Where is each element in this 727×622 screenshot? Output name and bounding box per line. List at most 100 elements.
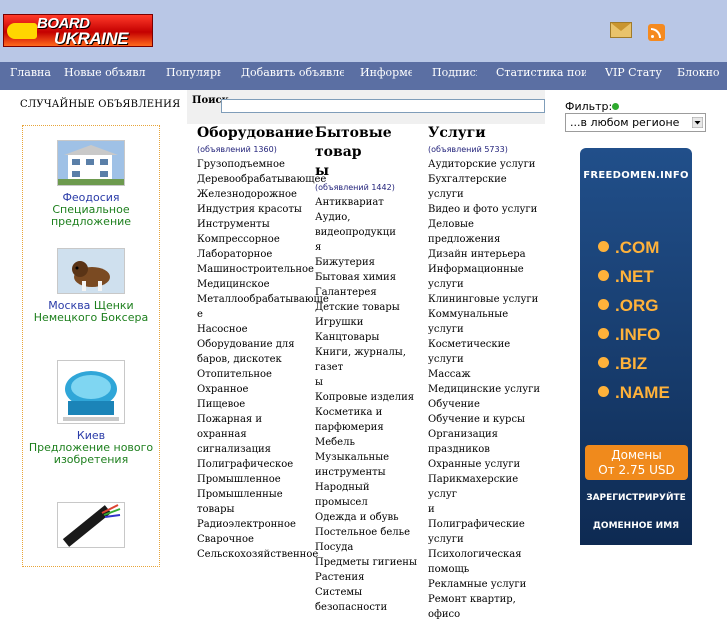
subcategory-link[interactable]: Видео и фото услуги: [428, 202, 545, 217]
nav-vip-status[interactable]: VIP Стату: [605, 62, 663, 90]
random-ad-item[interactable]: Феодосия Специальное предложение: [23, 140, 159, 228]
subcategory-link[interactable]: Лабораторное: [197, 247, 307, 262]
nav-add-ad[interactable]: Добавить объявлени: [241, 62, 344, 90]
chevron-down-icon[interactable]: [692, 117, 703, 128]
subcategory-link[interactable]: Сельскохозяйственное: [197, 547, 318, 562]
subcategory-link[interactable]: инструменты: [315, 465, 423, 480]
category-title[interactable]: Услуги: [428, 124, 545, 143]
subcategory-link[interactable]: Металлообрабатывающе: [197, 292, 329, 307]
category-title[interactable]: Оборудование: [197, 124, 314, 143]
nav-home[interactable]: Главна: [10, 62, 52, 90]
subcategory-link[interactable]: Оборудование для: [197, 337, 307, 352]
subcategory-link[interactable]: Информационные: [428, 262, 545, 277]
subcategory-link[interactable]: Канцтовары: [315, 330, 423, 345]
subcategory-link[interactable]: Медицинские услуги: [428, 382, 545, 397]
subcategory-link[interactable]: Обучение и курсы: [428, 412, 545, 427]
subcategory-link[interactable]: сигнализация: [197, 442, 307, 457]
subcategory-link[interactable]: Одежда и обувь: [315, 510, 423, 525]
subcategory-link[interactable]: Обучение: [428, 397, 545, 412]
subcategory-link[interactable]: Посуда: [315, 540, 423, 555]
subcategory-link[interactable]: Книги, журналы, газет: [315, 345, 423, 375]
ad-description[interactable]: Специальное предложение: [23, 204, 159, 228]
subcategory-link[interactable]: Копровые изделия: [315, 390, 423, 405]
subcategory-link[interactable]: Грузоподъемное: [197, 157, 307, 172]
nav-new-ads[interactable]: Новые объявлени: [64, 62, 146, 90]
subcategory-link[interactable]: Деревообрабатывающее: [197, 172, 326, 187]
subcategory-link[interactable]: Промышленное: [197, 472, 307, 487]
subcategory-link[interactable]: Индустрия красоты: [197, 202, 307, 217]
subcategory-link[interactable]: Косметика и: [315, 405, 423, 420]
subcategory-link[interactable]: я: [315, 240, 423, 255]
subcategory-link[interactable]: Предметы гигиены: [315, 555, 423, 570]
subcategory-link[interactable]: Мебель: [315, 435, 423, 450]
subcategory-link[interactable]: Народный промысел: [315, 480, 423, 510]
subcategory-link[interactable]: Игрушки: [315, 315, 423, 330]
subcategory-link[interactable]: Психологическая: [428, 547, 545, 562]
subcategory-link[interactable]: Бижутерия: [315, 255, 423, 270]
site-logo[interactable]: BOARD UKRAINE: [3, 14, 153, 47]
subcategory-link[interactable]: Бухгалтерские услуги: [428, 172, 545, 202]
nav-informer[interactable]: Информер: [360, 62, 412, 90]
house-photo[interactable]: [57, 140, 125, 186]
subcategory-link[interactable]: Постельное белье: [315, 525, 423, 540]
subcategory-link[interactable]: праздников: [428, 442, 545, 457]
puppy-photo[interactable]: [57, 248, 125, 294]
subcategory-link[interactable]: Аудиторские услуги: [428, 157, 545, 172]
nav-popular[interactable]: Популярны: [166, 62, 221, 90]
subcategory-link[interactable]: Железнодорожное: [197, 187, 307, 202]
subcategory-link[interactable]: баров, дискотек: [197, 352, 307, 367]
subcategory-link[interactable]: Бытовая химия: [315, 270, 423, 285]
ad-description[interactable]: Предложение нового изобретения: [23, 442, 159, 466]
random-ad-item[interactable]: Москва Щенки Немецкого Боксера: [23, 248, 159, 324]
mail-icon[interactable]: [610, 22, 632, 38]
domain-ad-banner[interactable]: FREEDOMEN.INFO .COM .NET .ORG .INFO .BIZ…: [580, 148, 692, 545]
random-ad-item[interactable]: Киев Предложение нового изобретения: [23, 360, 159, 466]
subcategory-link[interactable]: Музыкальные: [315, 450, 423, 465]
subcategory-link[interactable]: помощь: [428, 562, 545, 577]
subcategory-link[interactable]: Рекламные услуги: [428, 577, 545, 592]
subcategory-link[interactable]: Машиностроительное: [197, 262, 314, 277]
subcategory-link[interactable]: Растения: [315, 570, 423, 585]
nav-notepad[interactable]: Блокно: [677, 62, 727, 90]
subcategory-link[interactable]: Косметические услуги: [428, 337, 545, 367]
subcategory-link[interactable]: Компрессорное: [197, 232, 307, 247]
search-input[interactable]: [221, 99, 545, 113]
subcategory-link[interactable]: Инструменты: [197, 217, 307, 232]
rss-icon[interactable]: [648, 24, 665, 41]
subcategory-link[interactable]: Аудио, видеопродукци: [315, 210, 423, 240]
subcategory-link[interactable]: и: [428, 502, 545, 517]
subcategory-link[interactable]: Насосное: [197, 322, 307, 337]
subcategory-link[interactable]: Отопительное: [197, 367, 307, 382]
cable-photo[interactable]: [57, 502, 125, 548]
subcategory-link[interactable]: Антиквариат: [315, 195, 423, 210]
subcategory-link[interactable]: Ремонт квартир, офисо: [428, 592, 545, 622]
subcategory-link[interactable]: Радиоэлектронное: [197, 517, 307, 532]
subcategory-link[interactable]: Клининговые услуги: [428, 292, 545, 307]
subcategory-link[interactable]: парфюмерия: [315, 420, 423, 435]
subcategory-link[interactable]: Промышленные товары: [197, 487, 307, 517]
subcategory-link[interactable]: Парикмахерские услуг: [428, 472, 545, 502]
subcategory-link[interactable]: Детские товары: [315, 300, 423, 315]
jacuzzi-photo[interactable]: [57, 360, 125, 424]
subcategory-link[interactable]: Галантерея: [315, 285, 423, 300]
subcategory-link[interactable]: Пожарная и охранная: [197, 412, 307, 442]
subcategory-link[interactable]: Деловые предложения: [428, 217, 545, 247]
subcategory-link[interactable]: Коммунальные услуги: [428, 307, 545, 337]
subcategory-link[interactable]: Охранное: [197, 382, 307, 397]
category-title-wrap[interactable]: ы: [315, 162, 423, 181]
subcategory-link[interactable]: Массаж: [428, 367, 545, 382]
random-ad-item[interactable]: [23, 502, 159, 554]
category-title[interactable]: Бытовые товар: [315, 124, 423, 162]
subcategory-link[interactable]: Полиграфическое: [197, 457, 307, 472]
subcategory-link[interactable]: Системы безопасности: [315, 585, 423, 615]
subcategory-link[interactable]: е: [197, 307, 307, 322]
nav-subscribe[interactable]: Подписк: [432, 62, 477, 90]
subcategory-link[interactable]: Медицинское: [197, 277, 307, 292]
subcategory-link[interactable]: Дизайн интерьера: [428, 247, 545, 262]
subcategory-link[interactable]: Пищевое: [197, 397, 307, 412]
nav-search-stats[interactable]: Статистика поиск: [496, 62, 586, 90]
subcategory-link[interactable]: услуги: [428, 277, 545, 292]
subcategory-link[interactable]: Организация: [428, 427, 545, 442]
region-select[interactable]: ...в любом регионе: [565, 113, 706, 132]
subcategory-link[interactable]: Охранные услуги: [428, 457, 545, 472]
